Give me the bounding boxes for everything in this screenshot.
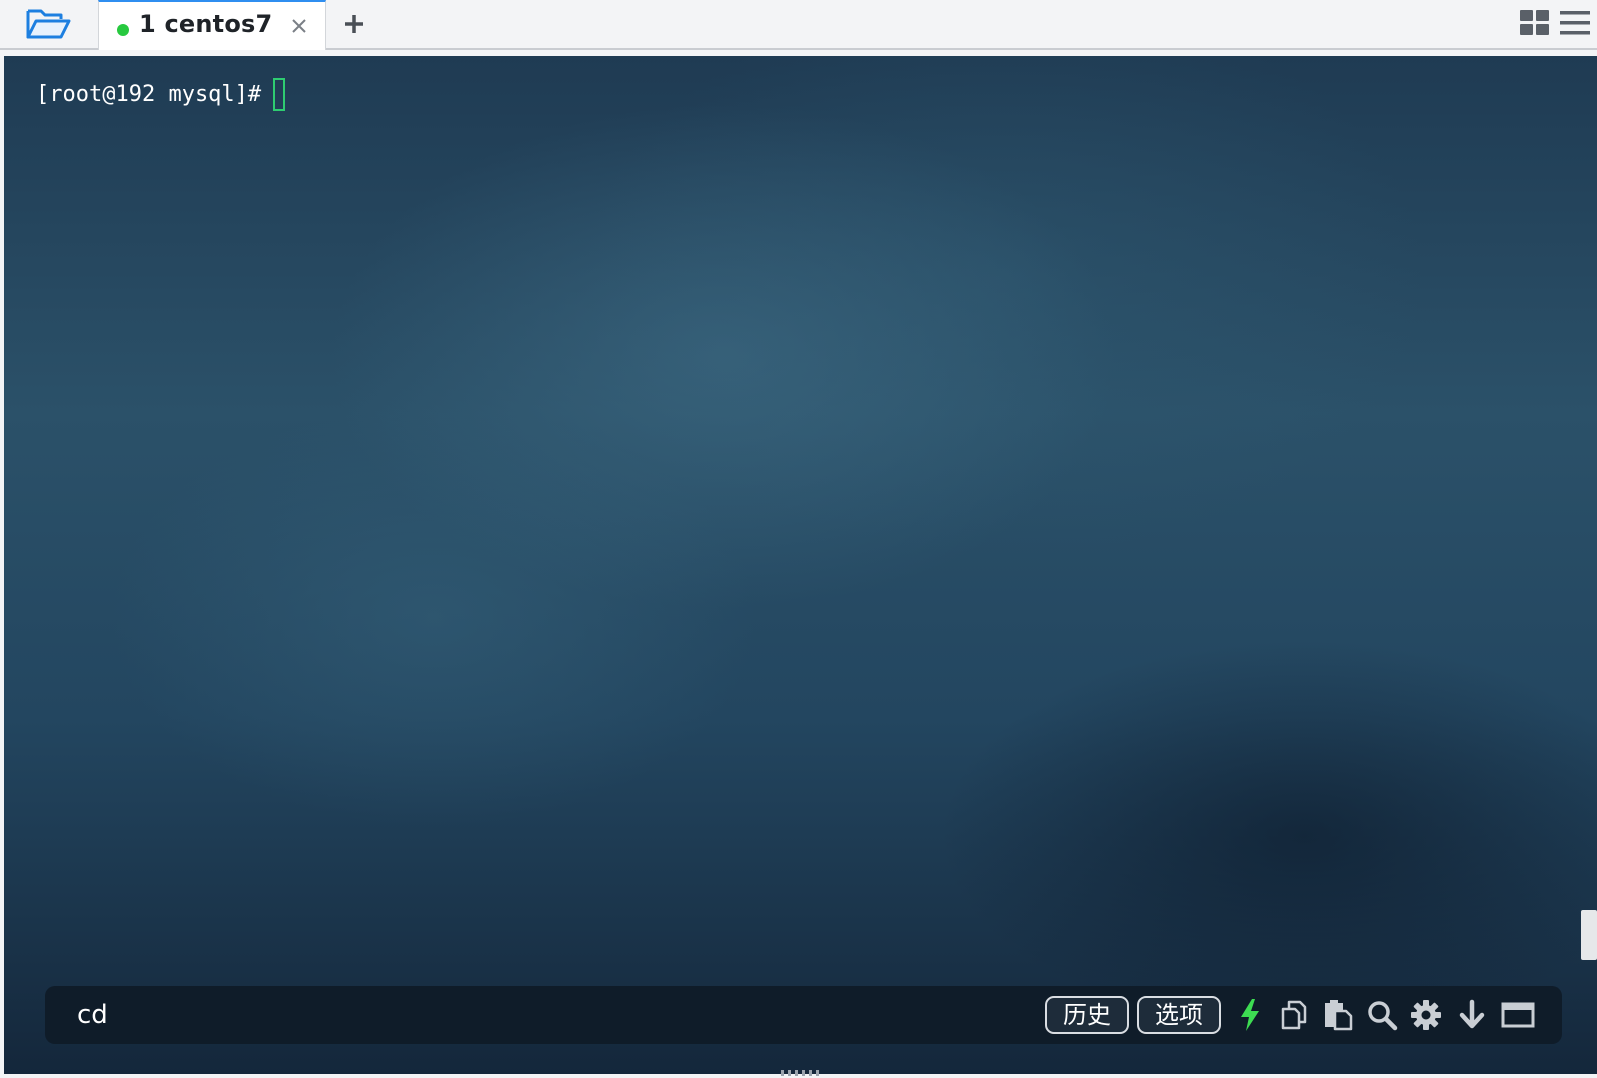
- search-icon: [1368, 1001, 1398, 1031]
- toggle-window-button[interactable]: [1499, 996, 1537, 1034]
- paste-button[interactable]: [1319, 996, 1357, 1034]
- hamburger-menu-icon: [1560, 11, 1590, 35]
- options-button[interactable]: 选项: [1137, 996, 1221, 1034]
- open-folder-button[interactable]: [22, 4, 74, 44]
- gear-icon: [1411, 1000, 1441, 1030]
- tab-label: 1 centos7: [139, 10, 273, 38]
- close-icon: [292, 19, 306, 33]
- flash-icon: [1241, 999, 1259, 1031]
- terminal-output[interactable]: [root@192 mysql]#: [4, 56, 1597, 1074]
- arrow-down-icon: [1459, 999, 1485, 1029]
- scrollbar-thumb[interactable]: [1581, 910, 1597, 960]
- command-bar: 历史 选项: [45, 986, 1562, 1044]
- connection-status-dot: [117, 24, 129, 36]
- main-menu-button[interactable]: [1557, 6, 1593, 40]
- copy-icon: [1281, 1000, 1307, 1030]
- window-icon: [1501, 1002, 1535, 1028]
- new-tab-button[interactable]: [338, 8, 370, 40]
- terminal-cursor: [273, 78, 286, 111]
- tab-centos7[interactable]: 1 centos7: [98, 0, 326, 50]
- plus-icon: [345, 15, 363, 33]
- folder-open-icon: [26, 9, 71, 39]
- settings-button[interactable]: [1407, 996, 1445, 1034]
- prompt-line: [root@192 mysql]#: [36, 78, 286, 111]
- tab-close-button[interactable]: [287, 14, 311, 38]
- shell-prompt: [root@192 mysql]#: [36, 82, 262, 107]
- grid-layout-icon: [1520, 10, 1549, 35]
- copy-button[interactable]: [1275, 996, 1313, 1034]
- terminal-app-window: 1 centos7 [root@192 mysql]# cd 历史 选项: [0, 0, 1597, 1078]
- scroll-to-bottom-button[interactable]: [1453, 996, 1491, 1034]
- tab-bar: 1 centos7: [0, 0, 1597, 50]
- search-button[interactable]: [1363, 996, 1401, 1034]
- resize-grip[interactable]: [772, 1070, 828, 1078]
- layout-grid-button[interactable]: [1518, 6, 1552, 40]
- command-input[interactable]: [67, 996, 967, 1034]
- paste-icon: [1325, 1000, 1353, 1031]
- quick-command-button[interactable]: [1231, 996, 1269, 1034]
- history-button[interactable]: 历史: [1045, 996, 1129, 1034]
